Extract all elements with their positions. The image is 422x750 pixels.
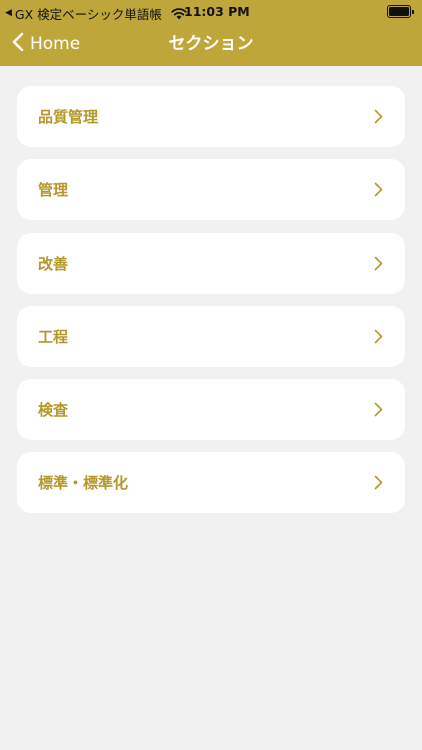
section-item-label: 標準・標準化 xyxy=(38,474,129,493)
page-title: セクション xyxy=(168,34,254,54)
section-item-quality-management[interactable]: 品質管理 xyxy=(17,86,405,147)
section-list: 品質管理 管理 改善 工程 検査 標準・標準化 xyxy=(17,86,405,526)
section-item-label: 検査 xyxy=(38,401,69,420)
chevron-right-icon xyxy=(374,475,383,490)
battery-icon xyxy=(387,5,414,18)
status-bar: ◀ GX 検定ベーシック単語帳 11:03 PM xyxy=(0,0,422,22)
back-triangle-icon: ◀ xyxy=(5,8,12,18)
section-item-label: 工程 xyxy=(38,327,69,346)
chevron-right-icon xyxy=(374,402,383,417)
chevron-right-icon xyxy=(374,256,383,271)
section-item-standardization[interactable]: 標準・標準化 xyxy=(17,452,405,514)
chevron-right-icon xyxy=(374,329,383,344)
chevron-right-icon xyxy=(374,109,383,124)
section-item-inspection[interactable]: 検査 xyxy=(17,379,405,441)
top-bar: ◀ GX 検定ベーシック単語帳 11:03 PM Home セクション xyxy=(0,0,422,66)
section-item-process[interactable]: 工程 xyxy=(17,305,405,367)
status-time: 11:03 PM xyxy=(184,4,250,19)
status-back-to-app[interactable]: ◀ GX 検定ベーシック単語帳 xyxy=(5,4,187,23)
section-item-label: 管理 xyxy=(38,181,69,200)
section-item-label: 改善 xyxy=(38,254,69,273)
chevron-right-icon xyxy=(374,182,383,197)
navigation-bar: Home セクション xyxy=(0,22,422,66)
status-back-app-label: GX 検定ベーシック単語帳 xyxy=(14,7,162,22)
section-item-management[interactable]: 管理 xyxy=(17,159,405,221)
section-item-label: 品質管理 xyxy=(38,108,99,126)
section-item-improvement[interactable]: 改善 xyxy=(17,232,405,294)
